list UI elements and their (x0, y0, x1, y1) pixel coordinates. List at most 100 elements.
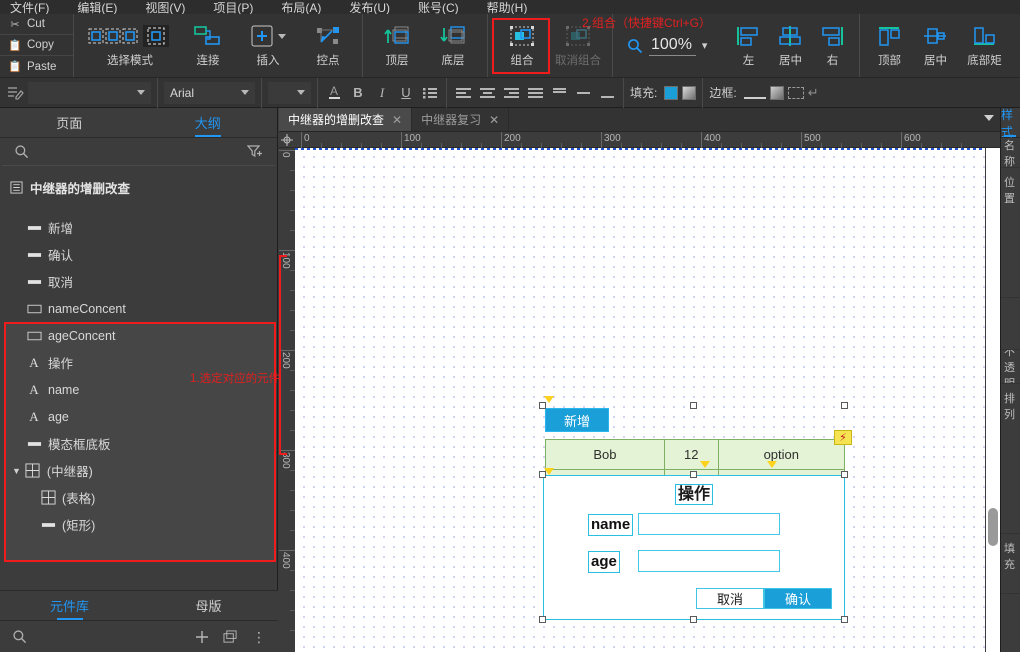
add-button-widget[interactable]: 新增 (545, 408, 609, 432)
font-color-icon[interactable]: A (324, 83, 344, 103)
outline-item-repeater[interactable]: ▼ (中继器) (0, 457, 278, 484)
canvas-tab-active[interactable]: 中继器的增删改查 ✕ (279, 108, 413, 131)
outline-item-queren[interactable]: 确认 (0, 241, 278, 268)
menu-item-file[interactable]: 文件(F) (10, 2, 49, 14)
border-width-picker[interactable] (743, 87, 766, 99)
zoom-value[interactable]: 100% (649, 36, 696, 56)
select-mode-button[interactable]: 选择模式 (80, 18, 180, 74)
align-left-button[interactable]: 左 (727, 18, 769, 74)
tab-style[interactable]: 样式 (1001, 108, 1020, 139)
modal-dialog-widget[interactable]: 操作 name age 取消 确认 (543, 475, 845, 620)
valign-middle-icon[interactable] (573, 83, 593, 103)
border-style-picker[interactable] (787, 86, 804, 99)
zoom-chevron-down-icon[interactable]: ▾ (702, 39, 708, 52)
expand-chevron-icon[interactable]: ▼ (12, 466, 21, 476)
align-center-button[interactable]: 居中 (769, 18, 811, 74)
selection-handle[interactable] (841, 402, 848, 409)
style-select[interactable] (28, 81, 151, 104)
canvas-vertical-scrollbar[interactable] (986, 148, 1000, 652)
align-middle-button[interactable]: 居中 (912, 18, 958, 74)
table-cell-name[interactable]: Bob (545, 439, 665, 470)
search-icon[interactable] (12, 629, 27, 644)
outline-item-age[interactable]: A age (0, 403, 278, 430)
bold-button[interactable]: B (348, 83, 368, 103)
fill-color-swatch[interactable] (664, 85, 679, 100)
paste-button[interactable]: 📋 Paste (0, 56, 73, 77)
text-align-right-icon[interactable] (501, 83, 521, 103)
crosshair-icon[interactable] (279, 132, 295, 148)
dialog-confirm-button[interactable]: 确认 (764, 588, 832, 609)
send-to-back-button[interactable]: 底层 (425, 18, 481, 74)
outline-item-nameconcent[interactable]: nameConcent (0, 295, 278, 322)
scrollbar-thumb[interactable] (988, 508, 998, 546)
tab-pages[interactable]: 页面 (0, 108, 139, 137)
tab-outline[interactable]: 大纲 (139, 108, 278, 137)
connect-button[interactable]: 连接 (180, 18, 236, 74)
font-size-select[interactable] (268, 81, 311, 104)
border-color-swatch[interactable] (769, 85, 784, 100)
plus-icon[interactable] (195, 630, 209, 644)
chevron-down-icon[interactable] (984, 115, 994, 121)
menu-item-view[interactable]: 视图(V) (145, 2, 185, 14)
selection-handle[interactable] (539, 402, 546, 409)
italic-button[interactable]: I (372, 83, 392, 103)
tab-widget-library[interactable]: 元件库 (0, 591, 139, 620)
selection-handle[interactable] (690, 471, 697, 478)
table-cell-age[interactable]: 12 (663, 439, 719, 470)
arrow-style-picker[interactable]: ↵ (808, 85, 819, 101)
tab-masters[interactable]: 母版 (139, 591, 278, 620)
text-align-left-icon[interactable] (453, 83, 473, 103)
menu-item-edit[interactable]: 编辑(E) (77, 2, 117, 14)
search-icon[interactable] (14, 144, 29, 159)
bullet-list-icon[interactable] (420, 83, 440, 103)
selection-handle[interactable] (539, 471, 546, 478)
selection-handle[interactable] (841, 471, 848, 478)
handle-button[interactable]: 控点 (300, 18, 356, 74)
outline-item-table[interactable]: (表格) (0, 484, 278, 511)
filter-add-icon[interactable] (247, 144, 263, 159)
close-icon[interactable]: ✕ (489, 113, 499, 127)
outline-item-rectangle[interactable]: (矩形) (0, 511, 278, 538)
menu-item-layout[interactable]: 布局(A) (281, 2, 321, 14)
more-icon[interactable]: ⋮ (252, 630, 266, 644)
valign-bottom-icon[interactable] (597, 83, 617, 103)
outline-item-quxiao[interactable]: 取消 (0, 268, 278, 295)
valign-top-icon[interactable] (549, 83, 569, 103)
cut-button[interactable]: ✂ Cut (0, 14, 73, 35)
canvas-tab-secondary[interactable]: 中继器复习 ✕ (412, 108, 510, 131)
selection-handle[interactable] (841, 616, 848, 623)
menu-item-publish[interactable]: 发布(U) (349, 2, 390, 14)
align-right-button[interactable]: 右 (811, 18, 853, 74)
dialog-input-age[interactable] (638, 550, 780, 572)
selection-handle[interactable] (690, 616, 697, 623)
align-bottom-button[interactable]: 底部矩 (958, 18, 1010, 74)
selection-handle[interactable] (690, 402, 697, 409)
design-canvas[interactable]: 新增 Bob 12 option Devin 11 option (295, 148, 985, 652)
align-top-button[interactable]: 顶部 (866, 18, 912, 74)
menu-item-account[interactable]: 账号(C) (418, 2, 459, 14)
menu-item-project[interactable]: 项目(P) (213, 2, 253, 14)
dialog-cancel-button[interactable]: 取消 (696, 588, 764, 609)
interaction-badge-icon[interactable]: ⚡ (834, 430, 852, 445)
insert-button[interactable]: 插入 (236, 18, 300, 74)
outline-item-xinzeng[interactable]: 新增 (0, 214, 278, 241)
insert-caret-icon[interactable] (278, 33, 286, 39)
table-cell-option[interactable]: option (717, 439, 846, 470)
dialog-input-name[interactable] (638, 513, 780, 535)
copy-button[interactable]: 📋 Copy (0, 35, 73, 56)
text-align-justify-icon[interactable] (525, 83, 545, 103)
table-row[interactable]: Bob 12 option (545, 439, 846, 470)
bring-to-front-button[interactable]: 顶层 (369, 18, 425, 74)
selection-handle[interactable] (539, 616, 546, 623)
underline-button[interactable]: U (396, 83, 416, 103)
close-icon[interactable]: ✕ (392, 113, 402, 127)
font-family-select[interactable]: Arial (164, 81, 255, 104)
fill-gradient-swatch[interactable] (682, 85, 697, 100)
duplicate-icon[interactable] (223, 629, 238, 644)
horizontal-ruler[interactable]: 0 100 200 300 400 500 600 (279, 132, 1000, 148)
outline-item-motaikuangdiban[interactable]: 模态框底板 (0, 430, 278, 457)
outline-root[interactable]: 中继器的增删改查 (0, 174, 277, 200)
text-align-center-icon[interactable] (477, 83, 497, 103)
menu-item-help[interactable]: 帮助(H) (487, 2, 528, 14)
outline-item-ageconcent[interactable]: ageConcent (0, 322, 278, 349)
